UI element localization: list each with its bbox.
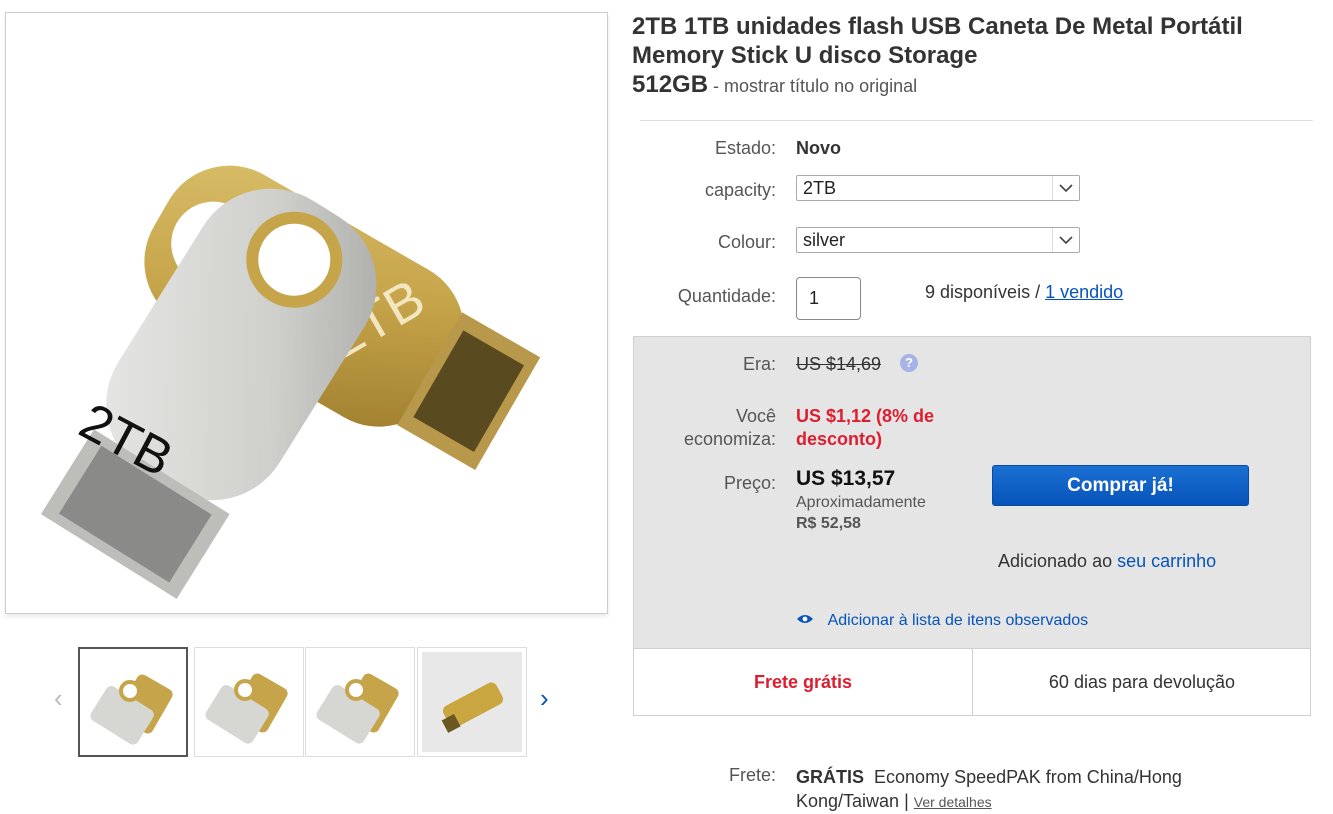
added-to-cart-text: Adicionado ao	[998, 551, 1113, 571]
shipping-label: Frete:	[728, 765, 776, 785]
condition-value: Novo	[796, 138, 841, 158]
chevron-down-icon	[1052, 228, 1079, 252]
was-price-value: US $14,69	[796, 354, 882, 374]
shipping-details-link[interactable]: Ver detalhes	[914, 794, 992, 810]
show-original-title-link[interactable]: mostrar título no original	[724, 76, 917, 96]
usb-thumbnail-icon	[90, 674, 173, 745]
usb-thumbnail-icon	[422, 652, 522, 752]
capacity-label: capacity:	[704, 180, 776, 200]
was-price-label: Era:	[742, 354, 776, 374]
colour-select[interactable]: silver	[796, 227, 1080, 253]
approx-value: R$ 52,58	[796, 515, 861, 532]
availability: 9 disponíveis / 1 vendido	[925, 282, 1123, 303]
listing-title: 2TB 1TB unidades flash USB Caneta De Met…	[632, 12, 1332, 101]
thumbnail-2[interactable]	[194, 647, 304, 757]
chevron-down-icon	[1052, 176, 1079, 200]
approx-label: Aproximadamente	[796, 494, 926, 511]
returns-text: 60 dias para devolução	[1048, 672, 1236, 692]
shipping-free-bold: GRÁTIS	[796, 767, 865, 787]
capacity-selected-value: 2TB	[803, 178, 837, 198]
thumbnail-strip: ‹ ›	[52, 645, 572, 760]
quantity-label: Quantidade:	[677, 286, 776, 306]
shipping-details: GRÁTIS Economy SpeedPAK from China/Hong …	[796, 765, 1296, 814]
usb-drive-illustration: 2TB 2TB	[40, 165, 541, 599]
title-line-1: 2TB 1TB unidades flash USB Caneta De Met…	[632, 13, 1243, 40]
cart-link[interactable]: seu carrinho	[1117, 551, 1216, 571]
savings-label-line1: Você	[735, 406, 776, 426]
colour-selected-value: silver	[803, 230, 846, 250]
sold-count-link[interactable]: 1 vendido	[1045, 282, 1123, 302]
thumbnail-1[interactable]	[78, 647, 188, 757]
title-separator: -	[708, 76, 725, 96]
divider	[640, 120, 1313, 121]
watchlist-link[interactable]: Adicionar à lista de itens observados	[828, 612, 1089, 629]
title-line-3: 512GB	[632, 71, 709, 98]
available-count: 9 disponíveis /	[925, 282, 1041, 302]
savings-label-line2: economiza:	[683, 429, 776, 449]
capacity-select[interactable]: 2TB	[796, 175, 1080, 201]
savings-label: Você economiza:	[626, 405, 776, 451]
help-icon[interactable]: ?	[900, 354, 918, 372]
colour-label: Colour:	[717, 232, 776, 252]
shipping-service-line2: Kong/Taiwan |	[796, 791, 909, 811]
price-value: US $13,57	[796, 467, 896, 490]
savings-value-line2: desconto)	[796, 429, 883, 449]
added-to-cart: Adicionado ao seu carrinho	[998, 551, 1216, 572]
savings-value-line1: US $1,12 (8% de	[796, 406, 935, 426]
eye-icon	[796, 612, 814, 630]
thumbnail-3[interactable]	[305, 647, 415, 757]
main-product-image[interactable]: 2TB 2TB	[5, 12, 608, 614]
shipping-service-line1: Economy SpeedPAK from China/Hong	[874, 767, 1182, 787]
chevron-left-icon[interactable]: ‹	[54, 683, 63, 714]
usb-thumbnail-icon	[205, 673, 288, 744]
free-shipping-text: Frete grátis	[753, 672, 853, 692]
thumbnail-4[interactable]	[417, 647, 527, 757]
watchlist-row[interactable]: Adicionar à lista de itens observados	[796, 612, 1088, 630]
price-label: Preço:	[723, 473, 776, 493]
usb-thumbnail-icon	[316, 673, 399, 744]
title-line-2: Memory Stick U disco Storage	[632, 42, 978, 69]
quantity-input[interactable]: 1	[796, 277, 861, 320]
buy-now-button[interactable]: Comprar já!	[992, 465, 1249, 506]
chevron-right-icon[interactable]: ›	[540, 683, 549, 714]
savings-value: US $1,12 (8% de desconto)	[796, 405, 934, 451]
condition-label: Estado:	[714, 138, 776, 158]
